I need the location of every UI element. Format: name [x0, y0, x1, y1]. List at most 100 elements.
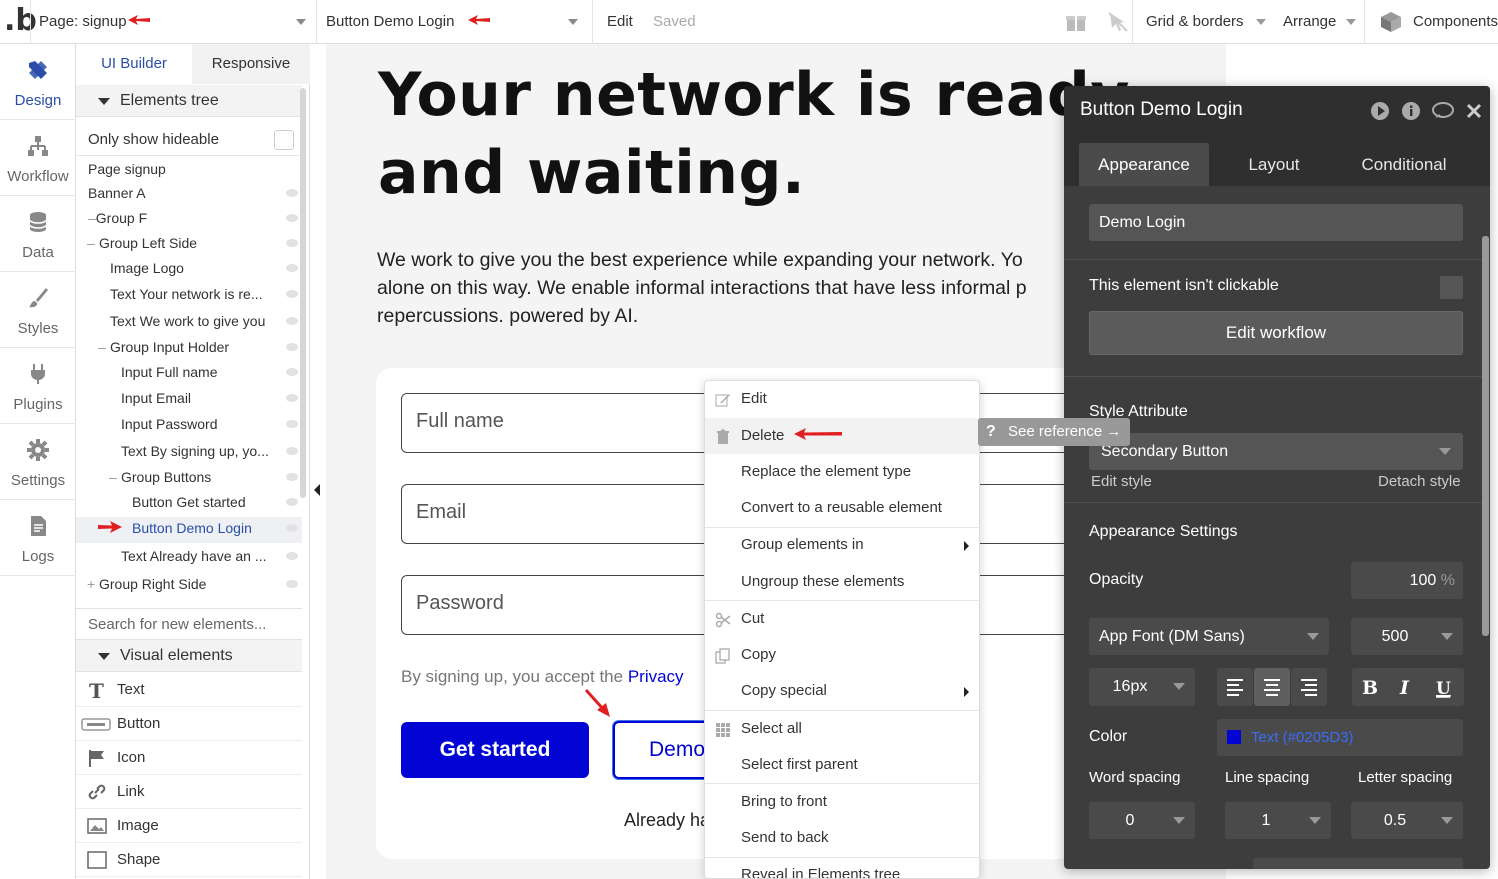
- tree-item-input-password[interactable]: Input Password: [121, 412, 218, 436]
- font-weight-select[interactable]: 500: [1351, 618, 1463, 655]
- eye-icon[interactable]: [286, 317, 298, 325]
- eye-icon[interactable]: [286, 343, 298, 351]
- chevron-down-icon[interactable]: [568, 19, 578, 25]
- see-reference-tooltip[interactable]: ? See reference →: [978, 418, 1130, 446]
- rail-item-design[interactable]: Design: [0, 44, 76, 120]
- align-center-button[interactable]: [1254, 668, 1290, 706]
- bold-italic-underline-icons[interactable]: BI U: [1352, 668, 1464, 706]
- eye-icon[interactable]: [286, 239, 298, 247]
- get-started-button[interactable]: Get started: [401, 722, 589, 778]
- rail-item-settings[interactable]: Settings: [0, 424, 76, 500]
- tab-conditional[interactable]: Conditional: [1339, 143, 1469, 186]
- hero-heading[interactable]: Your network is ready and waiting.: [378, 56, 1130, 212]
- grid-borders-menu[interactable]: Grid & borders: [1146, 0, 1244, 44]
- tree-item-group-input-holder[interactable]: Group Input Holder: [110, 335, 229, 359]
- style-select[interactable]: Secondary Button: [1089, 433, 1463, 470]
- menu-item-delete[interactable]: Delete: [705, 418, 979, 454]
- edit-style-link[interactable]: Edit style: [1091, 473, 1152, 490]
- eye-icon[interactable]: [286, 580, 298, 588]
- tree-item-button-demo-login[interactable]: Button Demo Login: [132, 516, 252, 540]
- search-elements-input[interactable]: Search for new elements...: [76, 608, 302, 640]
- collapse-toggle[interactable]: –: [87, 231, 95, 255]
- rail-item-data[interactable]: Data: [0, 196, 76, 272]
- next-row-control[interactable]: [1253, 858, 1463, 869]
- eye-icon[interactable]: [286, 552, 298, 560]
- edit-menu[interactable]: Edit: [607, 0, 633, 44]
- visual-element-link[interactable]: Link: [76, 775, 302, 809]
- line-spacing-select[interactable]: 1: [1225, 802, 1331, 839]
- font-family-select[interactable]: App Font (DM Sans): [1089, 618, 1329, 655]
- tree-item-group-f[interactable]: –Group F: [88, 206, 147, 230]
- tab-layout[interactable]: Layout: [1209, 143, 1339, 186]
- rail-item-plugins[interactable]: Plugins: [0, 348, 76, 424]
- eye-icon[interactable]: [286, 368, 298, 376]
- tree-item-button-get-started[interactable]: Button Get started: [132, 490, 246, 514]
- visual-elements-header[interactable]: Visual elements: [76, 640, 302, 672]
- tab-responsive[interactable]: Responsive: [192, 44, 310, 84]
- collapse-toggle[interactable]: –: [98, 335, 106, 359]
- tree-item-image-logo[interactable]: Image Logo: [110, 256, 184, 280]
- tree-item-page[interactable]: Page signup: [88, 157, 166, 181]
- arrange-menu[interactable]: Arrange: [1283, 0, 1336, 44]
- tree-item-group-right-side[interactable]: Group Right Side: [99, 572, 206, 596]
- terms-text[interactable]: By signing up, you accept the Privacy: [401, 667, 684, 687]
- tree-item-text-already[interactable]: Text Already have an ...: [121, 544, 267, 568]
- visual-element-button[interactable]: Button: [76, 707, 302, 741]
- privacy-link[interactable]: Privacy: [628, 667, 684, 686]
- visual-element-shape[interactable]: Shape: [76, 843, 302, 877]
- property-editor-header[interactable]: Button Demo Login: [1064, 86, 1490, 134]
- align-right-button[interactable]: [1291, 668, 1327, 706]
- tree-item-text-network[interactable]: Text Your network is re...: [110, 282, 263, 306]
- rail-item-workflow[interactable]: Workflow: [0, 120, 76, 196]
- tree-item-input-email[interactable]: Input Email: [121, 386, 191, 410]
- element-selector[interactable]: Button Demo Login: [326, 0, 454, 44]
- collapse-toggle[interactable]: –: [109, 465, 117, 489]
- visual-element-icon[interactable]: Icon: [76, 741, 302, 775]
- property-editor-scrollbar[interactable]: [1482, 236, 1489, 636]
- menu-item-replace-type[interactable]: Replace the element type: [705, 454, 979, 490]
- visual-element-text[interactable]: T Text: [76, 673, 302, 707]
- tab-appearance[interactable]: Appearance: [1079, 143, 1209, 186]
- bubble-logo[interactable]: .b: [4, 4, 37, 38]
- collapse-panel-icon[interactable]: [314, 484, 320, 496]
- eye-icon[interactable]: [286, 290, 298, 298]
- eye-icon[interactable]: [286, 524, 298, 532]
- chevron-down-icon[interactable]: [296, 19, 306, 25]
- menu-item-copy[interactable]: Copy: [705, 637, 979, 673]
- elements-tree-header[interactable]: Elements tree: [76, 85, 302, 117]
- menu-item-convert-reusable[interactable]: Convert to a reusable element: [705, 490, 979, 526]
- eye-icon[interactable]: [286, 473, 298, 481]
- menu-item-edit[interactable]: Edit: [705, 381, 979, 417]
- chevron-down-icon[interactable]: [1256, 19, 1266, 25]
- tree-item-text-work[interactable]: Text We work to give you: [110, 309, 265, 333]
- eye-icon[interactable]: [286, 394, 298, 402]
- eye-icon[interactable]: [286, 214, 298, 222]
- edit-workflow-button[interactable]: Edit workflow: [1089, 311, 1463, 355]
- panel-scrollbar[interactable]: [300, 88, 306, 498]
- cube-icon[interactable]: [1379, 10, 1403, 34]
- expand-toggle[interactable]: +: [87, 572, 95, 596]
- tree-item-input-full-name[interactable]: Input Full name: [121, 360, 218, 384]
- lead-paragraph[interactable]: We work to give you the best experience …: [377, 246, 1077, 330]
- tree-item-group-buttons[interactable]: Group Buttons: [121, 465, 211, 489]
- menu-item-select-all[interactable]: Select all: [705, 711, 979, 747]
- info-icon[interactable]: [1401, 101, 1421, 121]
- components-menu[interactable]: Components: [1413, 0, 1498, 44]
- letter-spacing-select[interactable]: 0.5: [1351, 802, 1463, 839]
- pointer-off-icon[interactable]: [1106, 10, 1130, 34]
- rail-item-logs[interactable]: Logs: [0, 500, 76, 576]
- menu-item-group-in[interactable]: Group elements in: [705, 527, 979, 563]
- menu-item-cut[interactable]: Cut: [705, 601, 979, 637]
- opacity-input[interactable]: 100 %: [1351, 562, 1463, 599]
- already-have-account-text[interactable]: Already ha: [624, 810, 710, 831]
- tree-item-banner-a[interactable]: Banner A: [88, 181, 146, 205]
- eye-icon[interactable]: [286, 264, 298, 272]
- play-icon[interactable]: [1370, 101, 1390, 121]
- close-icon[interactable]: [1464, 101, 1484, 121]
- detach-style-link[interactable]: Detach style: [1378, 473, 1461, 490]
- menu-item-reveal-tree[interactable]: Reveal in Elements tree: [705, 857, 979, 878]
- comment-icon[interactable]: [1431, 101, 1455, 121]
- font-size-select[interactable]: 16px: [1089, 668, 1195, 706]
- not-clickable-checkbox[interactable]: [1440, 276, 1463, 299]
- tab-ui-builder[interactable]: UI Builder: [76, 44, 192, 84]
